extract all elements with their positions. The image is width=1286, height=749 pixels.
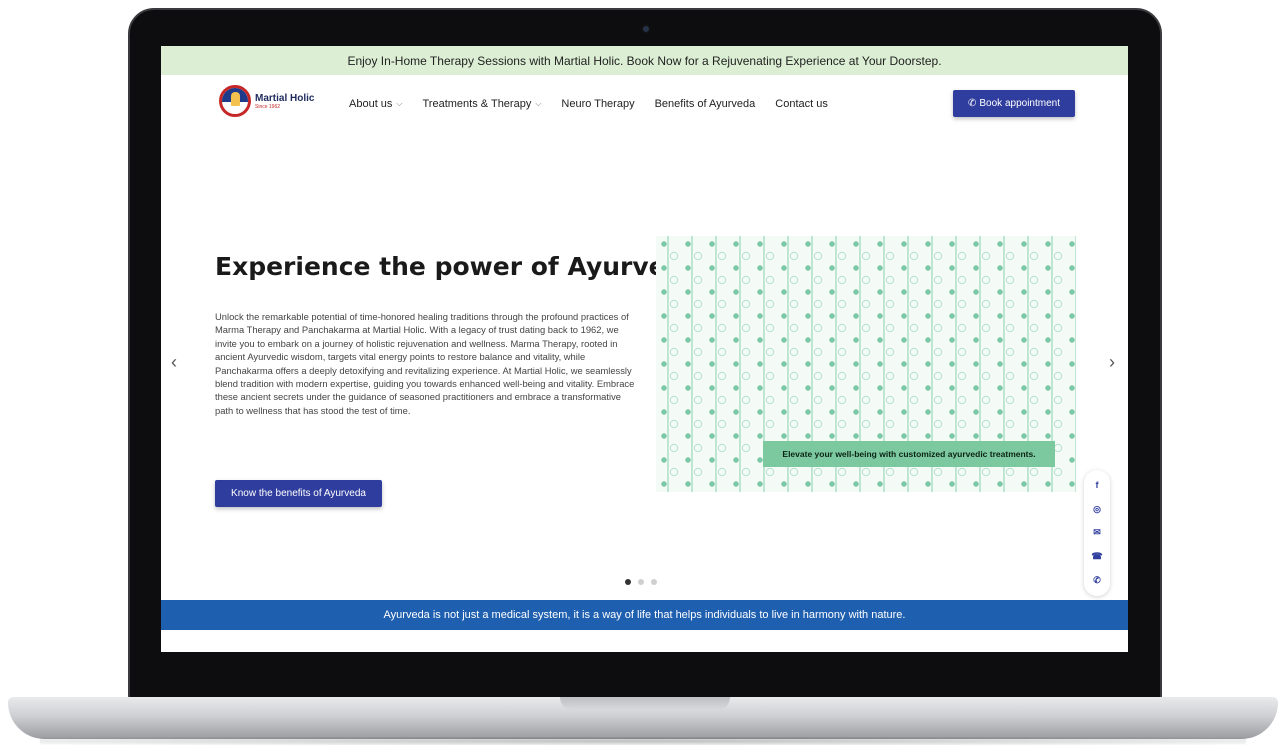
nav-benefits-of-ayurveda[interactable]: Benefits of Ayurveda: [655, 98, 756, 110]
hero-description: Unlock the remarkable potential of time-…: [215, 311, 635, 416]
laptop-notch: [560, 697, 730, 711]
carousel-indicators: [625, 579, 657, 585]
quote-text: Ayurveda is not just a medical system, i…: [383, 609, 906, 621]
hero-title: Experience the power of Ayurveda: [215, 252, 701, 281]
know-benefits-button[interactable]: Know the benefits of Ayurveda: [215, 480, 382, 507]
carousel-prev-arrow[interactable]: ‹: [171, 352, 177, 373]
nav-contact-us[interactable]: Contact us: [775, 98, 828, 110]
promo-text: Enjoy In-Home Therapy Sessions with Mart…: [347, 53, 942, 68]
logo-emblem-icon: [219, 85, 251, 117]
brand-tagline: Since 1962: [255, 103, 281, 110]
laptop-shadow: [40, 737, 1246, 745]
chevron-down-icon: ⌵: [535, 99, 542, 108]
website-screen: Enjoy In-Home Therapy Sessions with Mart…: [161, 46, 1128, 652]
quote-banner: Ayurveda is not just a medical system, i…: [161, 600, 1128, 630]
whatsapp-icon: ✆: [967, 98, 977, 109]
email-icon[interactable]: ✉: [1093, 528, 1101, 537]
brand-logo[interactable]: Martial Holic Since 1962: [219, 85, 314, 117]
carousel-dot-1[interactable]: [625, 579, 631, 585]
webcam: [641, 24, 651, 34]
carousel-next-arrow[interactable]: ›: [1109, 352, 1115, 373]
instagram-icon[interactable]: ◎: [1093, 504, 1101, 514]
facebook-icon[interactable]: f: [1096, 481, 1099, 490]
brand-name: Martial Holic: [255, 92, 315, 104]
book-appointment-button[interactable]: ✆ Book appointment: [953, 90, 1075, 117]
social-sidebar: f ◎ ✉ ☎ ✆: [1084, 470, 1110, 596]
nav-about-us[interactable]: About us ⌵: [349, 98, 403, 110]
phone-icon[interactable]: ☎: [1091, 552, 1102, 561]
nav-neuro-therapy[interactable]: Neuro Therapy: [561, 98, 634, 110]
main-nav: About us ⌵ Treatments & Therapy ⌵ Neuro Th…: [349, 98, 828, 110]
chevron-down-icon: ⌵: [396, 99, 403, 108]
carousel-dot-3[interactable]: [651, 579, 657, 585]
hero-image-caption: Elevate your well-being with customized …: [763, 441, 1055, 467]
nav-treatments-therapy[interactable]: Treatments & Therapy ⌵: [423, 98, 542, 110]
promo-banner: Enjoy In-Home Therapy Sessions with Mart…: [161, 46, 1128, 75]
navbar: Martial Holic Since 1962 About us ⌵ Treat…: [161, 75, 1128, 137]
whatsapp-icon[interactable]: ✆: [1093, 575, 1101, 585]
carousel-dot-2[interactable]: [638, 579, 644, 585]
